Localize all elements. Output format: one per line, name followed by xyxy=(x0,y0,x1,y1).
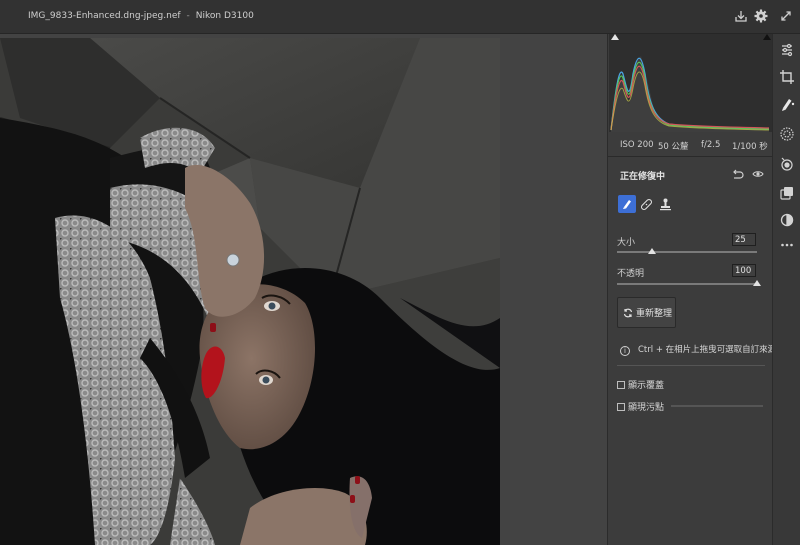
sliders-icon[interactable] xyxy=(779,42,795,58)
shutter-speed: 1/100 秒 xyxy=(732,142,768,152)
title-bar: IMG_9833-Enhanced.dng-jpeg.nef - Nikon D31… xyxy=(0,0,800,34)
tool-rail xyxy=(772,34,800,545)
opacity-slider[interactable] xyxy=(617,283,757,285)
more-icon[interactable] xyxy=(779,237,795,253)
heal-brush-icon[interactable] xyxy=(618,195,636,213)
info-icon: i xyxy=(620,346,630,356)
presets-icon[interactable] xyxy=(779,184,795,200)
mask-icon[interactable] xyxy=(779,126,795,142)
size-slider-handle[interactable] xyxy=(648,248,656,254)
bandage-icon[interactable] xyxy=(637,195,655,213)
camera-model: Nikon D3100 xyxy=(195,11,254,21)
file-name: IMG_9833-Enhanced.dng-jpeg.nef xyxy=(28,11,181,21)
hint-text: i Ctrl + 在相片上拖曳可選取自訂來源。 xyxy=(620,343,785,356)
opacity-input[interactable]: 100 xyxy=(732,264,756,277)
section-title: 正在修復中 xyxy=(620,172,666,182)
checkbox-box[interactable] xyxy=(617,403,625,411)
snapshot-icon[interactable] xyxy=(779,212,795,228)
opacity-label: 不透明 xyxy=(617,269,645,279)
crop-icon[interactable] xyxy=(779,69,795,85)
redeye-icon[interactable] xyxy=(779,156,795,172)
document-title: IMG_9833-Enhanced.dng-jpeg.nef - Nikon D31… xyxy=(28,11,254,21)
panel-divider xyxy=(608,156,773,157)
size-label: 大小 xyxy=(617,238,636,248)
size-slider[interactable] xyxy=(617,251,757,253)
visualize-spots-label: 顯現污點 xyxy=(628,403,665,413)
aperture-value: f/2.5 xyxy=(701,140,721,150)
show-overlay-checkbox[interactable]: 顯示覆蓋 xyxy=(617,378,664,391)
hint-message: Ctrl + 在相片上拖曳可選取自訂來源。 xyxy=(638,345,785,355)
heal-icon[interactable] xyxy=(779,96,795,112)
refresh-button-label: 重新整理 xyxy=(636,309,673,319)
refresh-icon xyxy=(623,308,633,317)
show-overlay-label: 顯示覆蓋 xyxy=(628,381,665,391)
focal-length: 50 公釐 xyxy=(658,142,689,152)
save-icon[interactable] xyxy=(733,8,749,24)
reset-arrow-icon[interactable] xyxy=(732,168,744,180)
title-separator: - xyxy=(186,11,190,21)
edit-panel: ISO 200 50 公釐 f/2.5 1/100 秒 正在修復中 大小 25 … xyxy=(607,34,785,545)
refresh-button[interactable]: 重新整理 xyxy=(617,297,676,328)
exif-info: ISO 200 50 公釐 f/2.5 1/100 秒 xyxy=(608,138,773,154)
checkbox-box[interactable] xyxy=(617,381,625,389)
histogram xyxy=(609,34,772,132)
expand-icon[interactable] xyxy=(778,8,794,24)
opacity-slider-handle[interactable] xyxy=(753,280,761,286)
size-input[interactable]: 25 xyxy=(732,233,756,246)
gear-icon[interactable] xyxy=(753,8,769,24)
clone-stamp-icon[interactable] xyxy=(656,195,674,213)
eye-icon[interactable] xyxy=(752,168,764,180)
visualize-spots-checkbox[interactable]: 顯現污點 xyxy=(617,400,664,413)
photo-preview[interactable] xyxy=(0,38,500,545)
panel-divider-2 xyxy=(617,365,765,366)
iso-value: ISO 200 xyxy=(620,140,654,150)
visualize-spots-slider[interactable] xyxy=(671,405,763,407)
